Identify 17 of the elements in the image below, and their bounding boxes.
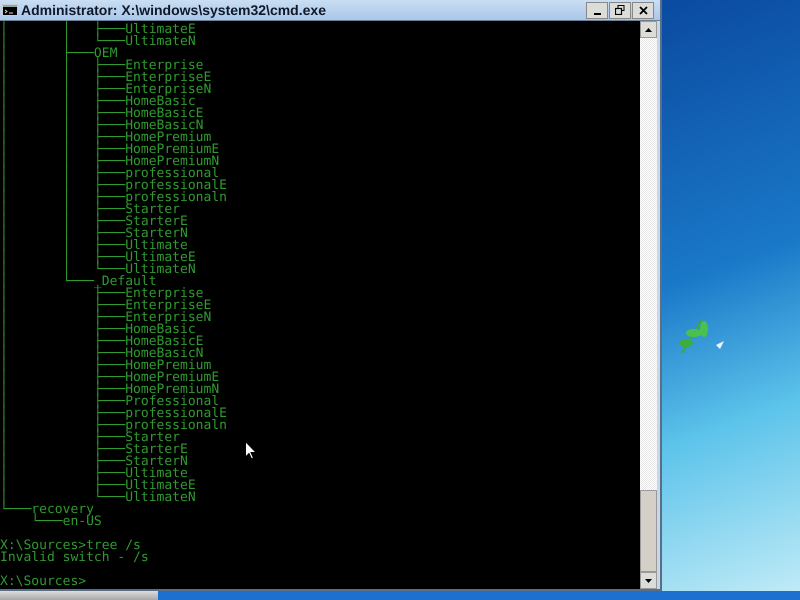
console-line: X:\Sources> <box>0 576 86 588</box>
minimize-button[interactable] <box>586 2 608 18</box>
down-arrow-icon <box>645 578 652 582</box>
mouse-pointer-icon <box>245 441 257 460</box>
up-arrow-icon <box>645 28 652 32</box>
cmd-icon <box>2 4 18 16</box>
window-title: Administrator: X:\windows\system32\cmd.exe <box>21 0 327 20</box>
console-line: X:\Sources>tree /s <box>0 540 141 552</box>
restore-icon <box>615 5 625 15</box>
close-icon <box>638 6 648 14</box>
console-line: Invalid switch - /s <box>0 552 149 564</box>
restore-button[interactable] <box>609 2 631 18</box>
close-button[interactable] <box>632 2 654 18</box>
vertical-scrollbar[interactable] <box>640 21 657 589</box>
scroll-down-button[interactable] <box>640 572 657 589</box>
scroll-thumb[interactable] <box>640 490 657 572</box>
scroll-up-button[interactable] <box>640 21 657 38</box>
